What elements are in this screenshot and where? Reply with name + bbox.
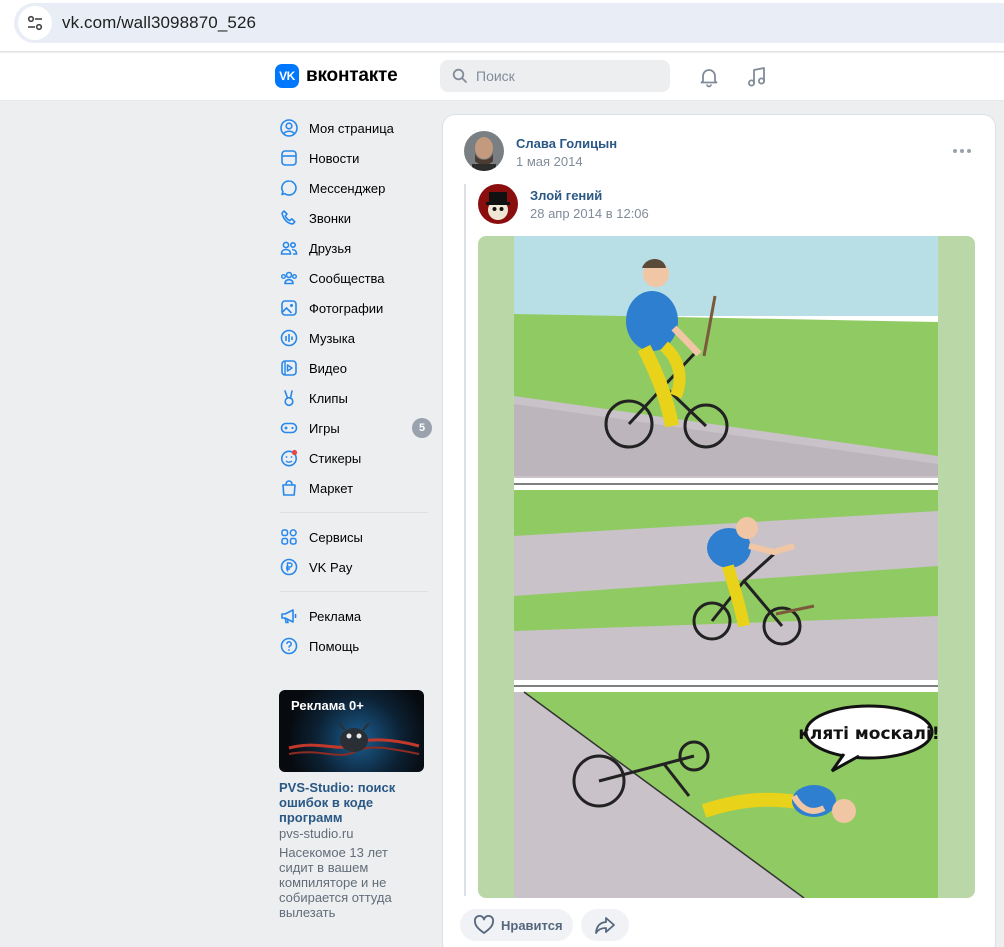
repost-line bbox=[464, 184, 466, 896]
search-input[interactable] bbox=[476, 68, 656, 84]
post-image[interactable]: кляті москалі! bbox=[478, 236, 975, 898]
like-label: Нравится bbox=[501, 917, 563, 933]
url-text[interactable]: vk.com/wall3098870_526 bbox=[62, 13, 256, 33]
site-settings-icon[interactable] bbox=[18, 6, 52, 40]
share-button[interactable] bbox=[581, 909, 629, 941]
clips-icon bbox=[279, 388, 299, 408]
vk-logo-mark: VK bbox=[275, 64, 299, 88]
photo-icon bbox=[279, 298, 299, 318]
news-icon bbox=[279, 148, 299, 168]
games-icon bbox=[279, 418, 299, 438]
nav-item-my-page[interactable]: Моя страница bbox=[276, 113, 432, 143]
ad-domain[interactable]: pvs-studio.ru bbox=[279, 826, 425, 841]
nav-item-communities[interactable]: Сообщества bbox=[276, 263, 432, 293]
more-options-icon[interactable] bbox=[952, 146, 972, 156]
nav-label: Музыка bbox=[309, 330, 355, 346]
nav-item-clips[interactable]: Клипы bbox=[276, 383, 432, 413]
nav-item-services[interactable]: Сервисы bbox=[276, 522, 432, 552]
ad-age-label: Реклама 0+ bbox=[291, 698, 364, 713]
nav-item-friends[interactable]: Друзья bbox=[276, 233, 432, 263]
nav-item-music[interactable]: Музыка bbox=[276, 323, 432, 353]
megaphone-icon bbox=[279, 606, 299, 626]
nav-label: Звонки bbox=[309, 210, 351, 226]
nav-item-vkpay[interactable]: VK Pay bbox=[276, 552, 432, 582]
market-icon bbox=[279, 478, 299, 498]
nav-label: Стикеры bbox=[309, 450, 362, 466]
repost-author-name[interactable]: Злой гений bbox=[530, 188, 602, 203]
nav-item-market[interactable]: Маркет bbox=[276, 473, 432, 503]
nav-label: Мессенджер bbox=[309, 180, 386, 196]
video-icon bbox=[279, 358, 299, 378]
ad-title[interactable]: PVS-Studio: поиск ошибок в коде программ bbox=[279, 780, 425, 825]
vk-logo-text: вконтакте bbox=[306, 65, 398, 86]
author-avatar[interactable] bbox=[464, 131, 504, 171]
music-icon bbox=[279, 328, 299, 348]
nav-item-calls[interactable]: Звонки bbox=[276, 203, 432, 233]
like-button[interactable]: Нравится bbox=[460, 909, 573, 941]
nav-item-messenger[interactable]: Мессенджер bbox=[276, 173, 432, 203]
ad-block[interactable]: Реклама 0+ PVS-Studio: поиск ошибок в ко… bbox=[279, 690, 425, 920]
post-date[interactable]: 1 мая 2014 bbox=[516, 154, 583, 169]
heart-icon bbox=[474, 915, 494, 934]
user-circle-icon bbox=[279, 118, 299, 138]
phone-icon bbox=[279, 208, 299, 228]
vk-header: VK вконтакте bbox=[0, 53, 1004, 101]
nav-item-help[interactable]: Помощь bbox=[276, 631, 432, 661]
nav-label: Сервисы bbox=[309, 529, 363, 545]
ad-description: Насекомое 13 лет сидит в вашем компилято… bbox=[279, 845, 392, 920]
ad-image[interactable]: Реклама 0+ bbox=[279, 690, 424, 772]
vk-logo[interactable]: VK вконтакте bbox=[275, 64, 398, 88]
nav-item-games[interactable]: Игры 5 bbox=[276, 413, 432, 443]
nav-divider bbox=[280, 591, 428, 592]
nav-label: VK Pay bbox=[309, 559, 353, 575]
friends-icon bbox=[279, 238, 299, 258]
nav-label: Новости bbox=[309, 150, 360, 166]
stickers-icon bbox=[279, 448, 299, 468]
nav-label: Реклама bbox=[309, 608, 362, 624]
services-icon bbox=[279, 527, 299, 547]
vkpay-icon bbox=[279, 557, 299, 577]
nav-item-video[interactable]: Видео bbox=[276, 353, 432, 383]
nav-item-stickers[interactable]: Стикеры bbox=[276, 443, 432, 473]
left-navigation: Моя страница Новости Мессенджер Звонки Д… bbox=[276, 113, 432, 661]
nav-label: Фотографии bbox=[309, 300, 384, 316]
search-box[interactable] bbox=[440, 60, 670, 92]
search-icon bbox=[452, 68, 467, 83]
games-count-badge: 5 bbox=[412, 418, 432, 438]
nav-label: Клипы bbox=[309, 390, 348, 406]
nav-label: Моя страница bbox=[309, 120, 394, 136]
repost-date[interactable]: 28 апр 2014 в 12:06 bbox=[530, 206, 649, 221]
nav-item-news[interactable]: Новости bbox=[276, 143, 432, 173]
repost-author-avatar[interactable] bbox=[478, 184, 518, 224]
nav-item-photos[interactable]: Фотографии bbox=[276, 293, 432, 323]
nav-label: Маркет bbox=[309, 480, 354, 496]
comic-image: кляті москалі! bbox=[514, 236, 940, 898]
post-author-name[interactable]: Слава Голицын bbox=[516, 136, 617, 151]
communities-icon bbox=[279, 268, 299, 288]
share-icon bbox=[595, 917, 615, 934]
help-icon bbox=[279, 636, 299, 656]
nav-label: Друзья bbox=[309, 240, 352, 256]
nav-item-ads[interactable]: Реклама bbox=[276, 601, 432, 631]
nav-label: Игры bbox=[309, 420, 340, 436]
nav-divider bbox=[280, 512, 428, 513]
nav-label: Помощь bbox=[309, 638, 360, 654]
bell-icon[interactable] bbox=[697, 65, 721, 89]
nav-label: Видео bbox=[309, 360, 347, 376]
music-note-icon[interactable] bbox=[745, 65, 769, 89]
nav-label: Сообщества bbox=[309, 270, 385, 286]
message-icon bbox=[279, 178, 299, 198]
comic-caption: кляті москалі! bbox=[798, 724, 938, 744]
browser-address-bar: vk.com/wall3098870_526 bbox=[0, 0, 1004, 52]
